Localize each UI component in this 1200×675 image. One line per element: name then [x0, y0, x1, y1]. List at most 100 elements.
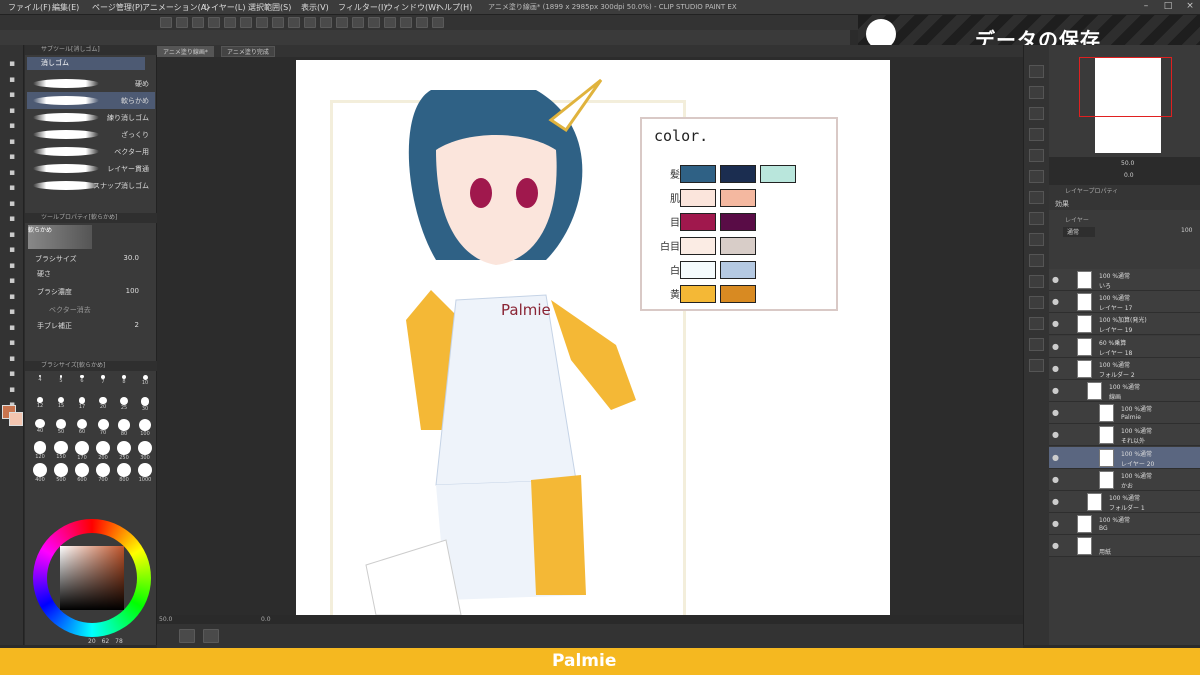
toolbar-button[interactable] — [368, 17, 380, 28]
visibility-eye-icon[interactable]: ● — [1052, 275, 1059, 284]
sub-color-swatch[interactable] — [9, 412, 23, 426]
toolbar-button[interactable] — [272, 17, 284, 28]
tool-icon[interactable]: ▪ — [5, 385, 19, 396]
frame-button[interactable] — [179, 629, 195, 643]
toolbar-button[interactable] — [224, 17, 236, 28]
brush-item[interactable]: 軟らかめ — [27, 92, 155, 109]
brush-size-cell[interactable]: 120 — [31, 441, 49, 461]
brush-size-cell[interactable]: 20 — [94, 397, 112, 417]
toolbar-button[interactable] — [416, 17, 428, 28]
tool-icon[interactable]: ▪ — [5, 121, 19, 132]
hardness-row[interactable]: 硬さ — [29, 269, 153, 280]
layer-row[interactable]: ● 60 %乗算 レイヤー 18 — [1049, 335, 1200, 358]
tool-icon[interactable]: ▪ — [5, 292, 19, 303]
toolbar-button[interactable] — [320, 17, 332, 28]
brush-size-value[interactable]: 30.0 — [123, 254, 139, 262]
brush-size-cell[interactable]: 8 — [115, 375, 133, 395]
visibility-eye-icon[interactable]: ● — [1052, 519, 1059, 528]
brush-size-cell[interactable]: 600 — [73, 463, 91, 483]
brush-item[interactable]: レイヤー貫通 — [27, 160, 155, 177]
tool-icon[interactable]: ▪ — [5, 90, 19, 101]
layer-row[interactable]: ● 100 %加算(発光) レイヤー 19 — [1049, 313, 1200, 336]
toolbar-button[interactable] — [256, 17, 268, 28]
menu-item[interactable]: 表示(V) — [301, 2, 329, 13]
toolbar-button[interactable] — [432, 17, 444, 28]
menu-item[interactable]: フィルター(I) — [338, 2, 386, 13]
vector-erase-row[interactable]: ベクター消去 — [29, 305, 153, 316]
minimize-button[interactable]: – — [1140, 1, 1152, 13]
panel-icon[interactable] — [1029, 233, 1044, 246]
brush-size-cell[interactable]: 60 — [73, 419, 91, 439]
density-row[interactable]: ブラシ濃度 100 — [29, 287, 153, 298]
tab-finished[interactable]: アニメ塗り完成 — [221, 46, 275, 57]
navigator-view-box[interactable] — [1079, 57, 1172, 117]
brush-size-cell[interactable]: 6 — [73, 375, 91, 395]
brush-size-cell[interactable]: 50 — [52, 419, 70, 439]
panel-icon[interactable] — [1029, 191, 1044, 204]
brush-size-cell[interactable]: 200 — [94, 441, 112, 461]
layer-tab[interactable]: レイヤー — [1065, 215, 1089, 224]
brush-size-cell[interactable]: 5 — [52, 375, 70, 395]
tool-icon[interactable]: ▪ — [5, 230, 19, 241]
brush-size-cell[interactable]: 1000 — [136, 463, 154, 483]
tool-icon[interactable]: ▪ — [5, 276, 19, 287]
brush-size-cell[interactable]: 170 — [73, 441, 91, 461]
toolbar-button[interactable] — [304, 17, 316, 28]
layer-row[interactable]: ● 100 %通常 レイヤー 17 — [1049, 291, 1200, 314]
menu-item[interactable]: ページ管理(P) — [92, 2, 143, 13]
brush-size-cell[interactable]: 150 — [52, 441, 70, 461]
visibility-eye-icon[interactable]: ● — [1052, 364, 1059, 373]
visibility-eye-icon[interactable]: ● — [1052, 319, 1059, 328]
close-button[interactable]: × — [1184, 1, 1196, 13]
brush-item[interactable]: スナップ消しゴム — [27, 177, 155, 194]
tool-icon[interactable]: ▪ — [5, 106, 19, 117]
layer-row[interactable]: ● 100 %通常 いろ — [1049, 269, 1200, 291]
tool-icon[interactable]: ▪ — [5, 183, 19, 194]
stabilization-row[interactable]: 手ブレ補正 2 — [29, 321, 153, 332]
tool-icon[interactable]: ▪ — [5, 152, 19, 163]
menu-item[interactable]: 選択範囲(S) — [248, 2, 291, 13]
brush-size-cell[interactable]: 700 — [94, 463, 112, 483]
frame-settings-button[interactable] — [203, 629, 219, 643]
toolbar-button[interactable] — [384, 17, 396, 28]
navigator-zoom[interactable]: 50.0 — [1121, 160, 1134, 167]
toolbar-button[interactable] — [160, 17, 172, 28]
layer-opacity-value[interactable]: 100 — [1181, 227, 1192, 234]
tool-icon[interactable]: ▪ — [5, 59, 19, 70]
visibility-eye-icon[interactable]: ● — [1052, 342, 1059, 351]
tool-icon[interactable]: ▪ — [5, 137, 19, 148]
panel-icon[interactable] — [1029, 170, 1044, 183]
panel-icon[interactable] — [1029, 338, 1044, 351]
menu-item[interactable]: ウィンドウ(W) — [385, 2, 439, 13]
tool-icon[interactable]: ▪ — [5, 245, 19, 256]
toolbar-button[interactable] — [352, 17, 364, 28]
panel-icon[interactable] — [1029, 212, 1044, 225]
toolbar-button[interactable] — [336, 17, 348, 28]
tool-icon[interactable]: ▪ — [5, 307, 19, 318]
panel-icon[interactable] — [1029, 275, 1044, 288]
layer-row[interactable]: ● 100 %通常 フォルダー 1 — [1049, 491, 1200, 513]
layer-row[interactable]: ● 100 %通常 かお — [1049, 468, 1200, 491]
toolbar-button[interactable] — [288, 17, 300, 28]
panel-icon[interactable] — [1029, 296, 1044, 309]
panel-icon[interactable] — [1029, 149, 1044, 162]
layer-row[interactable]: ● 100 %通常 線画 — [1049, 380, 1200, 402]
subtool-group-tab[interactable]: 消しゴム — [27, 57, 145, 70]
menu-item[interactable]: ヘルプ(H) — [436, 2, 472, 13]
visibility-eye-icon[interactable]: ● — [1052, 297, 1059, 306]
panel-icon[interactable] — [1029, 128, 1044, 141]
layer-row[interactable]: ● 100 %通常 BG — [1049, 513, 1200, 536]
layer-row[interactable]: ● 100 %通常 フォルダー 2 — [1049, 357, 1200, 380]
panel-icon[interactable] — [1029, 359, 1044, 372]
toolbar-button[interactable] — [240, 17, 252, 28]
toolbar-button[interactable] — [192, 17, 204, 28]
blend-mode-select[interactable]: 通常 — [1063, 227, 1095, 237]
menu-item[interactable]: 編集(E) — [52, 2, 79, 13]
visibility-eye-icon[interactable]: ● — [1052, 497, 1059, 506]
brush-item[interactable]: 硬め — [27, 75, 155, 92]
angle-value[interactable]: 0.0 — [261, 616, 271, 623]
brush-size-cell[interactable]: 4 — [31, 375, 49, 395]
brush-size-cell[interactable]: 300 — [136, 441, 154, 461]
tool-icon[interactable]: ▪ — [5, 214, 19, 225]
brush-size-cell[interactable]: 80 — [115, 419, 133, 439]
